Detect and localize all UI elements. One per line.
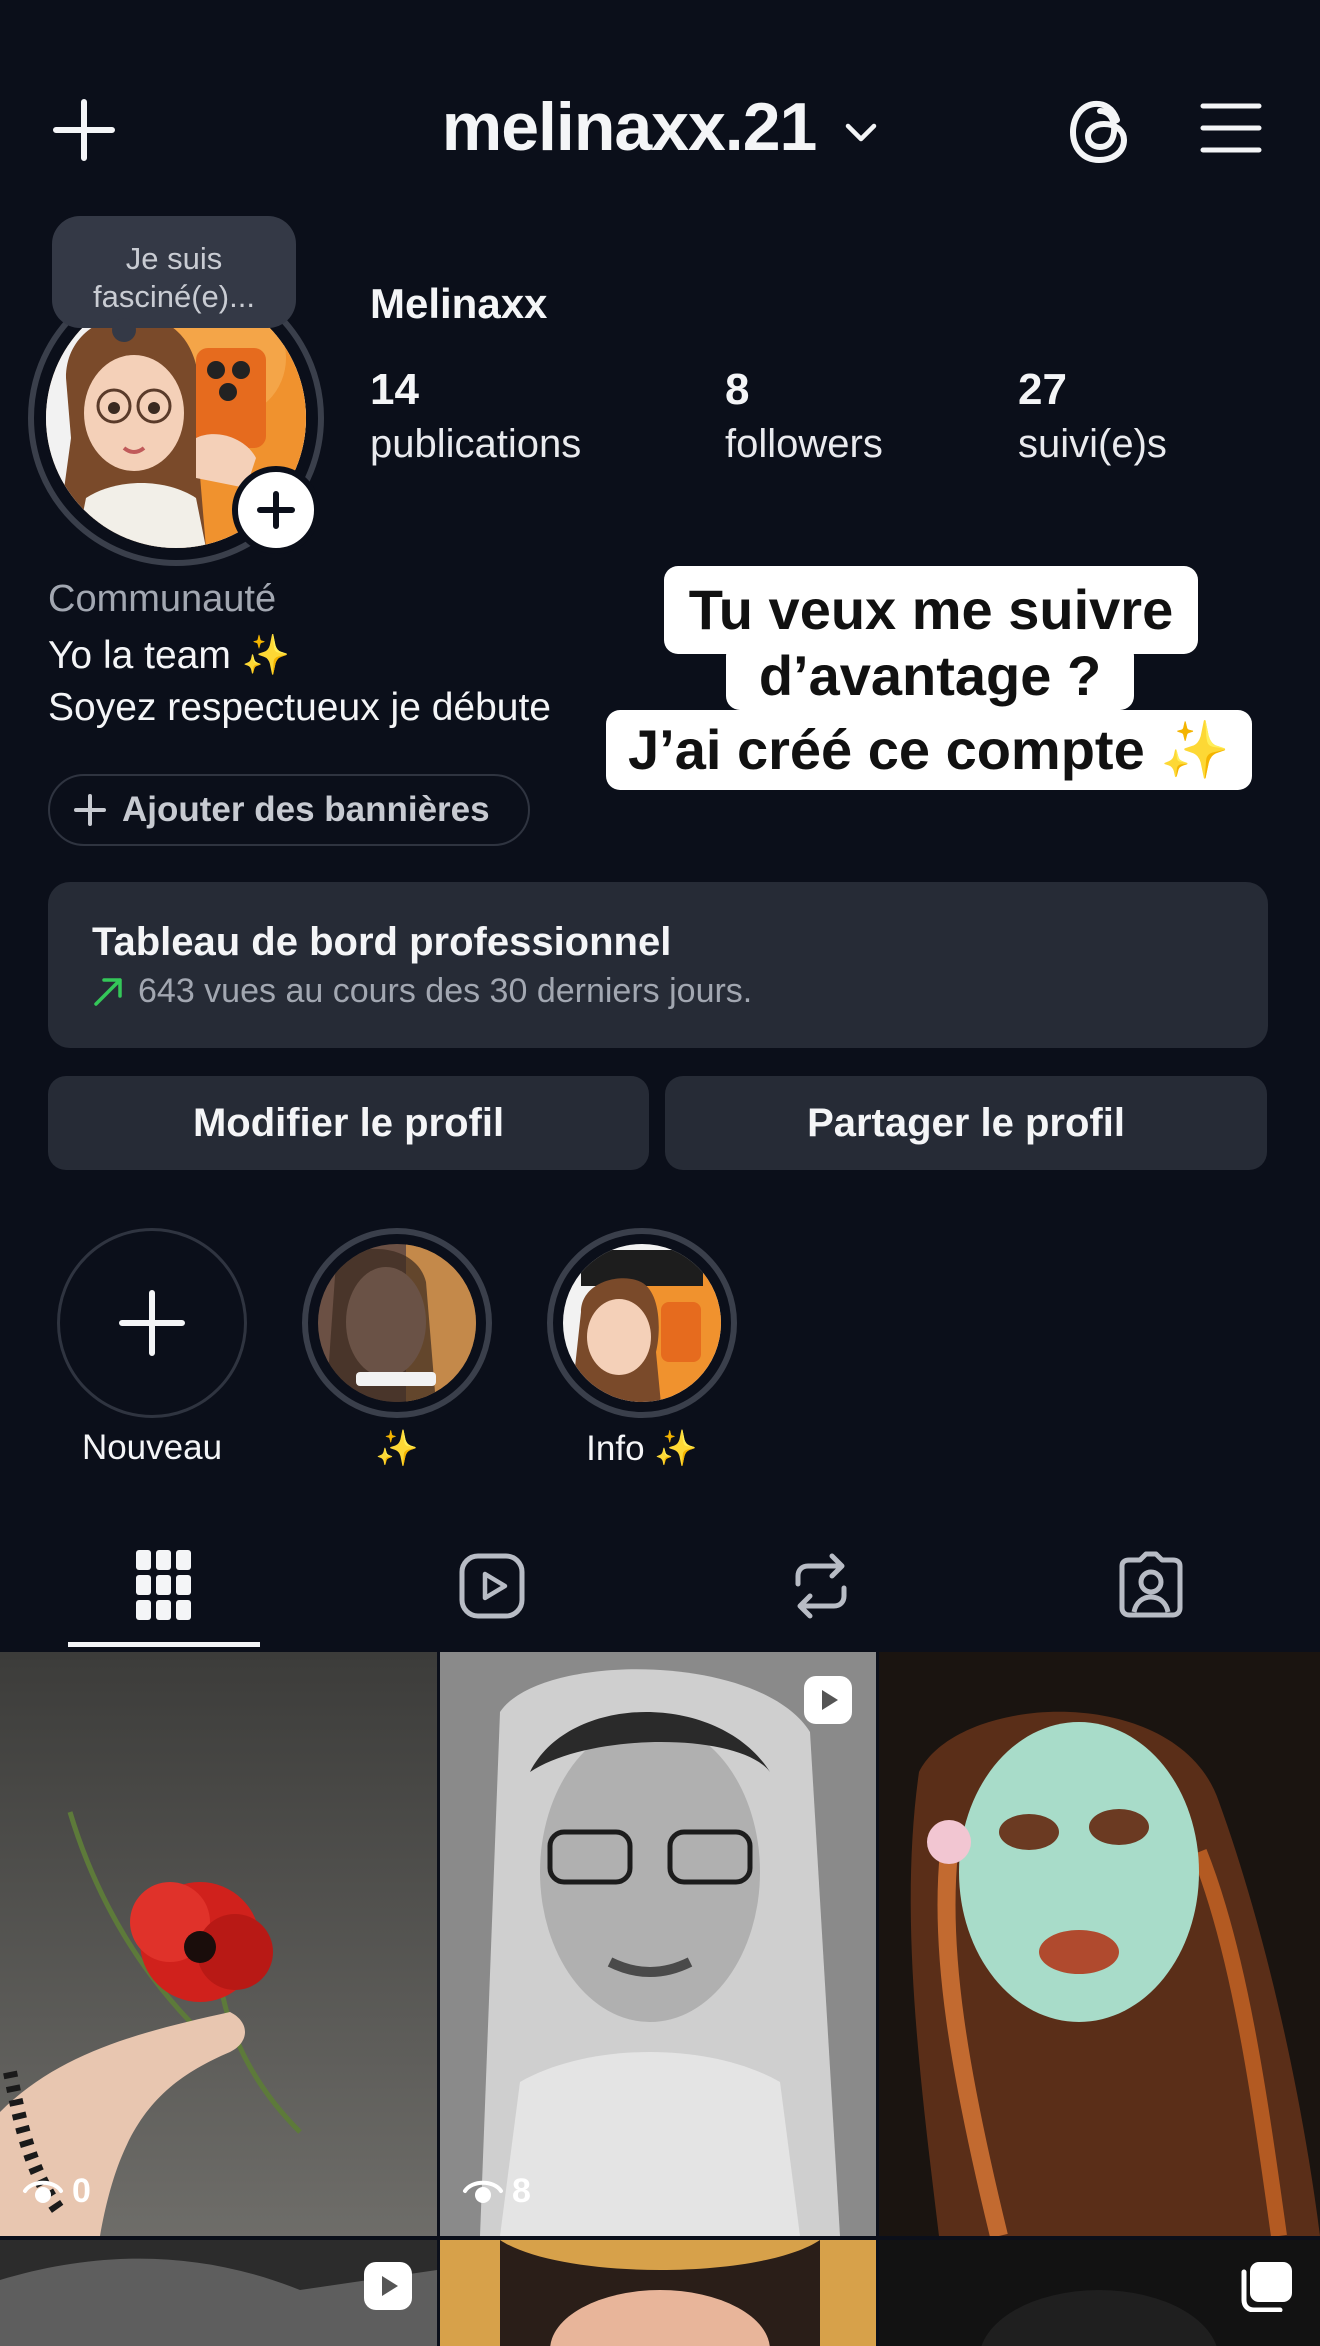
post-tile[interactable] bbox=[0, 1652, 437, 2236]
grid-icon[interactable] bbox=[136, 1550, 192, 1620]
post-thumbnail bbox=[0, 1652, 437, 2236]
reel-badge-icon bbox=[364, 2262, 412, 2310]
threads-icon[interactable] bbox=[1066, 94, 1136, 170]
highlight-label: Info ✨ bbox=[586, 1429, 698, 1468]
add-banners-label: Ajouter des bannières bbox=[122, 790, 490, 829]
eye-icon bbox=[463, 2180, 503, 2203]
plus-icon bbox=[74, 794, 106, 826]
bio-line: Yo la team ✨ bbox=[48, 634, 291, 677]
post-tile[interactable] bbox=[879, 1652, 1320, 2236]
followers-count[interactable]: 8 bbox=[725, 365, 749, 415]
highlight-label: Nouveau bbox=[81, 1428, 223, 1467]
profile-category: Communauté bbox=[48, 578, 277, 620]
chevron-down-icon bbox=[846, 123, 877, 142]
add-story-button[interactable] bbox=[232, 466, 320, 554]
caption-overlay-line: d’avantage ? bbox=[726, 642, 1134, 710]
highlight-sparkles[interactable] bbox=[302, 1228, 492, 1418]
professional-dashboard-card[interactable] bbox=[48, 882, 1268, 1048]
post-tile[interactable] bbox=[440, 1652, 876, 2236]
share-profile-button[interactable]: Partager le profil bbox=[665, 1076, 1267, 1170]
following-count[interactable]: 27 bbox=[1018, 365, 1067, 415]
reposts-icon[interactable] bbox=[790, 1552, 852, 1620]
reel-badge-icon bbox=[804, 1676, 852, 1724]
view-count: 8 bbox=[512, 2172, 531, 2210]
username-title: melinaxx.21 bbox=[441, 89, 818, 165]
tagged-icon[interactable] bbox=[1116, 1550, 1186, 1620]
following-label[interactable]: suivi(e)s bbox=[1018, 422, 1167, 467]
post-tile[interactable] bbox=[440, 2240, 876, 2346]
view-count: 0 bbox=[72, 2172, 91, 2210]
highlight-cover-image bbox=[563, 1244, 721, 1402]
menu-icon[interactable] bbox=[1200, 102, 1262, 154]
profile-note-bubble[interactable]: Je suis fasciné(e)... bbox=[52, 216, 296, 342]
trending-up-icon bbox=[94, 978, 122, 1006]
post-thumbnail bbox=[440, 2240, 876, 2346]
reels-icon[interactable] bbox=[458, 1552, 526, 1620]
post-thumbnail bbox=[440, 1652, 876, 2236]
active-tab-indicator bbox=[68, 1642, 260, 1647]
edit-profile-label: Modifier le profil bbox=[192, 1101, 505, 1145]
highlight-cover-image bbox=[318, 1244, 476, 1402]
plus-icon bbox=[257, 491, 295, 529]
posts-count[interactable]: 14 bbox=[370, 365, 419, 415]
edit-profile-button[interactable]: Modifier le profil bbox=[48, 1076, 649, 1170]
bio-line: Soyez respectueux je débute bbox=[48, 686, 552, 729]
dashboard-title: Tableau de bord professionnel bbox=[92, 920, 672, 964]
highlight-label: ✨ bbox=[375, 1429, 419, 1468]
post-thumbnail bbox=[879, 1652, 1320, 2236]
posts-label[interactable]: publications bbox=[370, 422, 581, 467]
eye-icon bbox=[23, 2180, 63, 2203]
plus-icon bbox=[119, 1290, 185, 1356]
share-profile-label: Partager le profil bbox=[807, 1101, 1125, 1145]
add-banners-button[interactable]: Ajouter des bannières bbox=[48, 774, 530, 846]
highlight-info[interactable] bbox=[547, 1228, 737, 1418]
caption-overlay-line: J’ai créé ce compte ✨ bbox=[606, 710, 1252, 790]
dashboard-subtitle: 643 vues au cours des 30 derniers jours. bbox=[138, 972, 753, 1010]
display-name: Melinaxx bbox=[370, 280, 548, 327]
caption-overlay-line: Tu veux me suivre bbox=[664, 566, 1198, 654]
highlight-new[interactable] bbox=[57, 1228, 247, 1418]
followers-label[interactable]: followers bbox=[725, 422, 883, 467]
carousel-badge-icon bbox=[1241, 2262, 1292, 2312]
